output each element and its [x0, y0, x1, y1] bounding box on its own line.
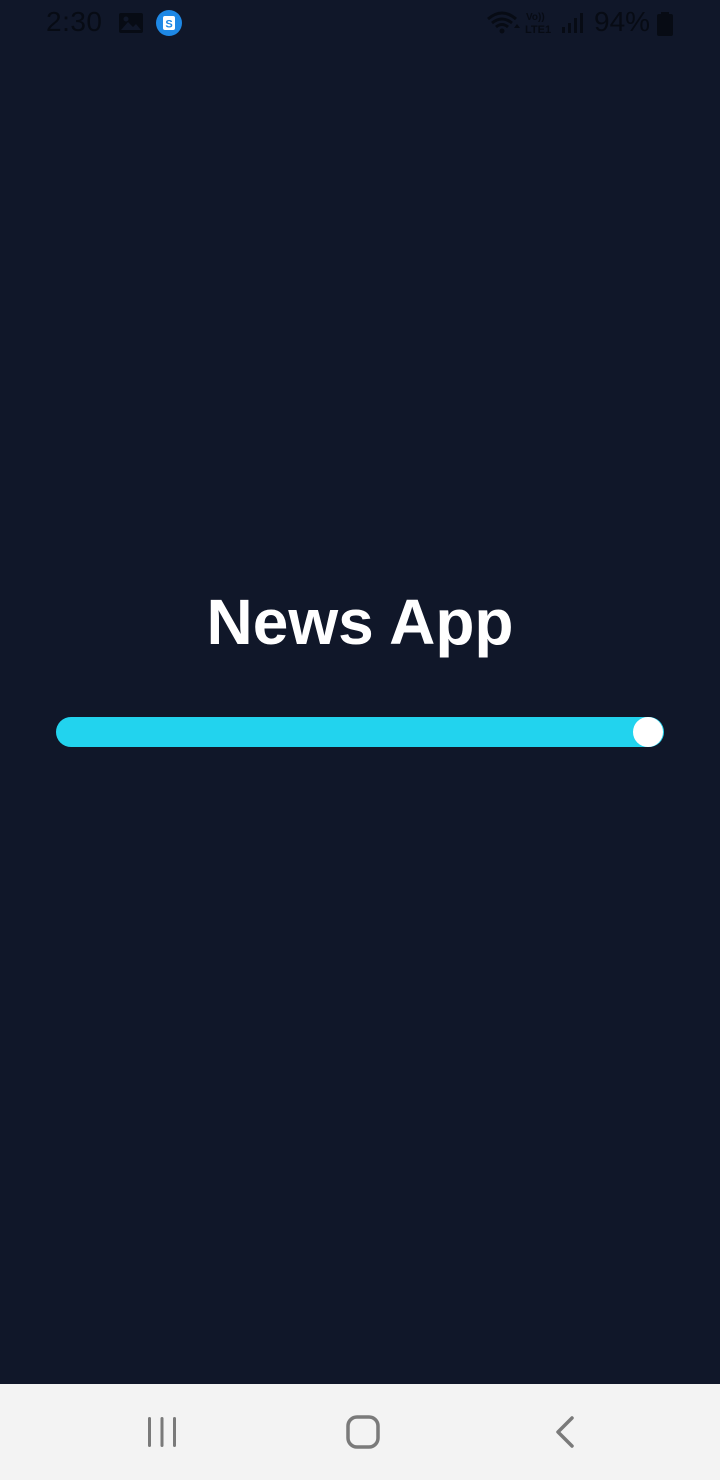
loading-progress-fill — [56, 717, 664, 747]
status-bar: 2:30 S Vo)) LTE1 94% — [0, 0, 720, 48]
loading-progress-bar — [56, 717, 664, 747]
app-s-icon: S — [156, 10, 182, 36]
app-badge-letter: S — [165, 19, 172, 31]
wifi-icon — [487, 11, 520, 34]
signal-icon — [562, 13, 583, 33]
status-time: 2:30 — [46, 6, 103, 37]
volte-lte-icon: Vo)) LTE1 — [525, 12, 551, 36]
home-icon — [346, 1415, 380, 1449]
battery-icon — [657, 12, 673, 36]
home-button[interactable] — [303, 1384, 423, 1480]
volte-label: Vo)) — [526, 12, 545, 23]
app-title: News App — [206, 586, 514, 658]
recents-icon — [148, 1417, 176, 1447]
lte-label: LTE1 — [525, 24, 551, 36]
back-icon — [556, 1416, 574, 1448]
battery-percentage: 94% — [594, 6, 651, 37]
loading-progress-knob — [633, 717, 663, 747]
back-button[interactable] — [505, 1384, 625, 1480]
recents-button[interactable] — [102, 1384, 222, 1480]
image-icon — [119, 13, 143, 33]
navigation-bar — [0, 1384, 720, 1480]
